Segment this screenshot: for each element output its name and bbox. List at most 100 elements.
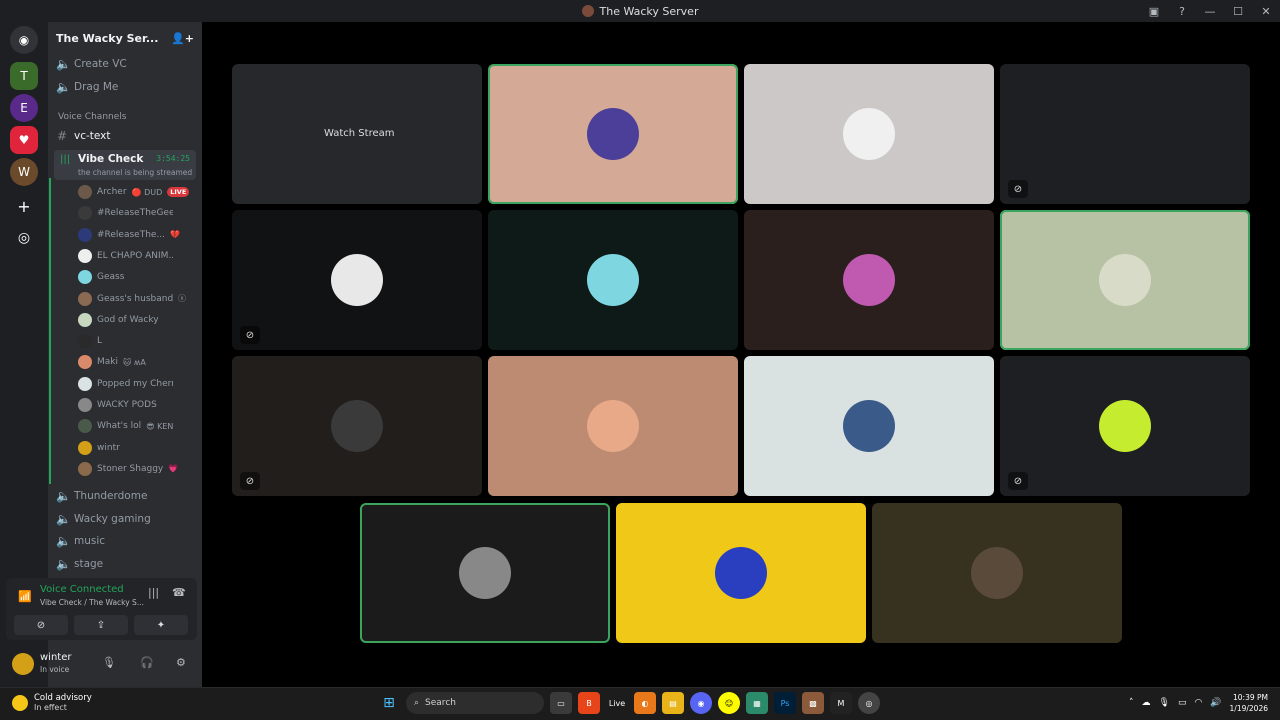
participant-tile[interactable]: ⊘ (1000, 356, 1250, 496)
participant-tile[interactable]: ⊘ (232, 356, 482, 496)
avatar (78, 185, 92, 199)
weather-widget[interactable]: Cold advisory In effect (12, 693, 92, 712)
server-heart-icon[interactable]: ♥ (10, 126, 38, 154)
voice-member[interactable]: Archer 🔴 DUD LIVE (78, 182, 196, 202)
participant-tile[interactable] (744, 64, 994, 204)
live-icon[interactable]: Live (606, 692, 628, 714)
signal-icon[interactable]: 📶 (18, 590, 32, 603)
participant-tile[interactable] (488, 210, 738, 350)
settings-gear-icon[interactable]: ⚙ (176, 656, 186, 669)
participant-tile[interactable]: ⊘ (1000, 64, 1250, 204)
minimize-button[interactable]: — (1196, 5, 1224, 18)
voice-member[interactable]: WACKY PODS (78, 395, 196, 415)
channel-create-vc[interactable]: 🔈 Create VC (56, 54, 198, 74)
voice-member[interactable]: God of Wacky (78, 310, 196, 330)
voice-member-name: What's lol (97, 421, 142, 432)
server-icon (581, 5, 594, 17)
participant-tile[interactable] (872, 503, 1122, 643)
participant-tile[interactable]: ⊘ (232, 210, 482, 350)
participant-tile[interactable] (744, 210, 994, 350)
voice-member[interactable]: #ReleaseTheGeekFiles (78, 203, 196, 223)
voice-member[interactable]: Geass (78, 267, 196, 287)
voice-member[interactable]: L (78, 331, 196, 351)
title-bar: The Wacky Server ▣ ? — ☐ ✕ (0, 0, 1280, 22)
participant-avatar (843, 254, 895, 306)
chrome-icon[interactable]: ◎ (858, 692, 880, 714)
member-status-tag: 🐱 ʍA (123, 357, 146, 367)
snapchat-icon[interactable]: ☺ (718, 692, 740, 714)
noise-suppression-icon[interactable]: ||| (148, 586, 159, 599)
photoshop-icon[interactable]: Ps (774, 692, 796, 714)
wifi-icon[interactable]: ◠ (1194, 698, 1202, 708)
channel-drag-me[interactable]: 🔈 Drag Me (56, 77, 198, 97)
category-voice-channels[interactable]: Voice Channels (58, 112, 126, 122)
maximize-button[interactable]: ☐ (1224, 5, 1252, 18)
taskbar-search[interactable]: ⌕ Search (406, 692, 544, 714)
server-wacky-icon[interactable]: W (10, 158, 38, 186)
member-status-tag: ⓧ (178, 294, 186, 303)
chevron-up-icon[interactable]: ˄ (1129, 698, 1134, 708)
m-app-icon[interactable]: M (830, 692, 852, 714)
folder-icon[interactable]: ▤ (662, 692, 684, 714)
voice-member[interactable]: What's lol 😎 KEN (78, 416, 196, 436)
voice-member[interactable]: Maki 🐱 ʍA (78, 352, 196, 372)
member-status-tag: 💔 (170, 230, 180, 240)
add-member-icon[interactable]: 👤+ (171, 32, 194, 45)
activities-button[interactable]: ✦ (134, 615, 188, 635)
server-header[interactable]: The Wacky Ser... 👤+ (48, 22, 202, 54)
voice-members-line (49, 178, 51, 484)
windows-start-icon[interactable]: ⊞ (378, 692, 400, 714)
gallery-icon[interactable]: ▩ (802, 692, 824, 714)
voice-member-name: God of Wacky (97, 314, 159, 325)
stream-tile[interactable]: Watch Stream (232, 64, 482, 204)
microphone-icon[interactable]: 🎙 (102, 656, 116, 669)
task-view-icon[interactable]: ▭ (550, 692, 572, 714)
display-icon[interactable]: ▭ (1178, 698, 1187, 708)
channel-vibe-check[interactable]: ||| Vibe Check 3:54:25 the channel is be… (54, 150, 196, 180)
channel-vc-text[interactable]: # vc-text (56, 126, 198, 146)
headphones-icon[interactable]: 🎧 (140, 656, 154, 669)
volume-icon[interactable]: 🔊 (1210, 698, 1221, 708)
server-turd-island-icon[interactable]: T (10, 62, 38, 90)
share-screen-button[interactable]: ⇪ (74, 615, 128, 635)
voice-channel-label: music (74, 535, 106, 548)
participant-tile[interactable] (1000, 210, 1250, 350)
photos-icon[interactable]: ▦ (746, 692, 768, 714)
inbox-icon[interactable]: ▣ (1140, 5, 1168, 18)
server-evolution-icon[interactable]: E (10, 94, 38, 122)
participant-tile[interactable] (744, 356, 994, 496)
cloud-icon[interactable]: ☁ (1142, 698, 1151, 708)
clock[interactable]: 10:39 PM 1/19/2026 (1230, 692, 1268, 714)
participant-tile[interactable] (488, 356, 738, 496)
voice-channel[interactable]: 🔈 stage (56, 554, 198, 574)
watch-stream-button[interactable]: Watch Stream (314, 122, 405, 145)
avatar (78, 376, 92, 391)
avatar[interactable] (12, 653, 34, 675)
camera-off-button[interactable]: ⊘ (14, 615, 68, 635)
voice-channel[interactable]: 🔈 Wacky gaming (56, 509, 198, 529)
mic-tray-icon[interactable]: 🎙 (1159, 698, 1170, 708)
firefox-icon[interactable]: ◐ (634, 692, 656, 714)
disconnect-icon[interactable]: ☎ (172, 586, 186, 599)
voice-channel[interactable]: 🔈 music (56, 531, 198, 551)
participant-avatar (587, 108, 639, 160)
participant-tile[interactable] (616, 503, 866, 643)
discover-icon[interactable]: ◎ (10, 224, 38, 252)
voice-member[interactable]: #ReleaseThe... 💔 (78, 225, 196, 245)
participant-tile[interactable] (488, 64, 738, 204)
discord-taskbar-icon[interactable]: ◉ (690, 692, 712, 714)
voice-channel[interactable]: 🔈 Thunderdome (56, 486, 198, 506)
participant-tile[interactable] (360, 503, 610, 643)
participant-avatar (1099, 254, 1151, 306)
voice-member[interactable]: Stoner Shaggy 💗 (78, 459, 196, 479)
add-server-icon[interactable]: + (10, 192, 38, 220)
voice-member[interactable]: wintr (78, 438, 196, 458)
voice-member[interactable]: EL CHAPO ANIM... (78, 246, 196, 266)
help-icon[interactable]: ? (1168, 5, 1196, 18)
avatar (78, 398, 92, 412)
discord-home-icon[interactable]: ◉ (10, 26, 38, 54)
voice-member[interactable]: Geass's husband ⓧ (78, 289, 196, 309)
voice-member[interactable]: Popped my Cherry (78, 374, 196, 394)
close-button[interactable]: ✕ (1252, 5, 1280, 18)
brave-icon[interactable]: B (578, 692, 600, 714)
